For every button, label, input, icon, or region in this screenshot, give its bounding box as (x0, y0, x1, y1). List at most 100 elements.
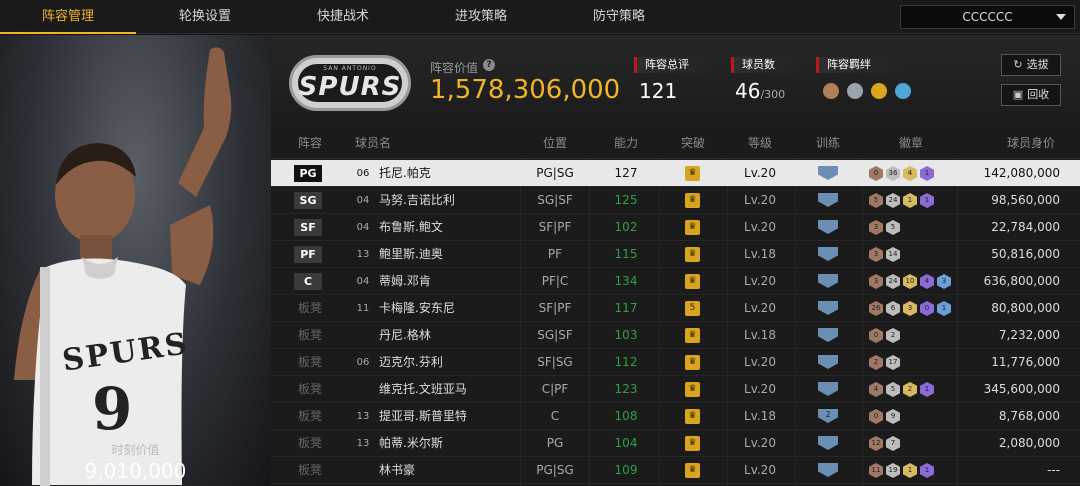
player-name: 林书豪 (379, 463, 416, 477)
team-logo-subtext: SAN ANTONIO (323, 65, 377, 72)
team-select-dropdown[interactable]: CCCCCC (900, 5, 1075, 29)
jersey-number-icon: 13 (356, 438, 370, 449)
player-count-label: 球员数 (731, 57, 801, 73)
player-level: Lv.20 (744, 193, 776, 207)
badge-icon: 5 (886, 382, 900, 397)
player-ability: 134 (614, 274, 638, 288)
player-level: Lv.20 (744, 382, 776, 396)
table-row[interactable]: PF 13 鲍里斯.迪奥 PF 115 ♛ Lv.18 3 14 50,816,000 (271, 241, 1080, 268)
training-shield-icon (818, 382, 838, 396)
jersey-number-icon: 04 (356, 276, 370, 287)
roster-summary-header: SAN ANTONIO SPURS 阵容价值 ? 1,578,306,000 阵… (271, 35, 1080, 125)
col-header-position: 位置 (542, 136, 567, 150)
player-value: 142,080,000 (983, 166, 1060, 180)
table-row[interactable]: 板凳 维克托.文班亚马 C|PF 123 ♛ Lv.20 4 5 2 1 345,600,000 (271, 376, 1080, 403)
player-level: Lv.20 (744, 355, 776, 369)
table-row[interactable]: 板凳 06 迈克尔.芬利 SF|SG 112 ♛ Lv.20 2 17 11,776,000 (271, 349, 1080, 376)
player-name: 马努.吉诺比利 (379, 193, 455, 207)
tab-offense-strategy[interactable]: 进攻策略 (412, 0, 550, 34)
table-row[interactable]: 板凳 林书豪 PG|SG 109 ♛ Lv.20 11 19 1 1 --- (271, 457, 1080, 484)
player-value: 8,768,000 (998, 409, 1060, 423)
player-level: Lv.20 (744, 220, 776, 234)
badge-icon: 24 (886, 193, 900, 208)
roster-bond-label: 阵容羁绊 (816, 57, 906, 73)
jersey-number-icon: 11 (356, 303, 370, 314)
jersey-number-icon: 13 (356, 411, 370, 422)
player-level: Lv.18 (744, 328, 776, 342)
breakthrough-crown-icon: ♛ (685, 463, 700, 478)
badge-icon: 1 (937, 301, 951, 316)
jersey-number-icon: 06 (356, 357, 370, 368)
player-position: SG|SF (537, 193, 573, 207)
badge-icon: 0 (920, 301, 934, 316)
breakthrough-crown-icon: ♛ (685, 328, 700, 343)
training-shield-icon (818, 463, 838, 477)
player-name: 托尼.帕克 (379, 166, 431, 180)
player-name: 布鲁斯.鲍文 (379, 220, 443, 234)
badge-icon: 36 (886, 166, 900, 181)
training-shield-icon (818, 220, 838, 234)
player-name: 帕蒂.米尔斯 (379, 436, 443, 450)
tab-roster-management[interactable]: 阵容管理 (0, 0, 136, 34)
table-row[interactable]: 板凳 13 提亚哥.斯普里特 C 108 ♛ Lv.18 2 0 9 8,768,000 (271, 403, 1080, 430)
roster-slot: 板凳 (297, 328, 322, 342)
player-position: PG|SG (536, 463, 574, 477)
tab-rotation-settings[interactable]: 轮换设置 (136, 0, 274, 34)
roster-slot: PF (294, 246, 322, 263)
badge-icon: 9 (886, 409, 900, 424)
player-name: 丹尼.格林 (379, 328, 431, 342)
training-shield-icon (818, 274, 838, 288)
badge-icon: 14 (886, 247, 900, 262)
table-row[interactable]: 板凳 13 帕蒂.米尔斯 PG 104 ♛ Lv.20 12 7 2,080,000 (271, 430, 1080, 457)
table-row[interactable]: SG 04 马努.吉诺比利 SG|SF 125 ♛ Lv.20 5 24 1 1 98,560,000 (271, 187, 1080, 214)
jersey-number-icon (355, 381, 371, 398)
badge-icon: 4 (903, 166, 917, 181)
player-ability: 102 (614, 220, 638, 234)
roster-table: 阵容 球员名 位置 能力 突破 等级 训练 徽章 球员身价 PG 06 托尼.帕克 P… (271, 125, 1080, 486)
table-row[interactable]: PG 06 托尼.帕克 PG|SG 127 ♛ Lv.20 0 36 4 1 142,080,000 (271, 160, 1080, 187)
player-value: --- (1047, 463, 1060, 477)
chevron-down-icon (1056, 14, 1066, 20)
tab-quick-tactics[interactable]: 快捷战术 (274, 0, 412, 34)
col-header-breakthrough: 突破 (680, 136, 705, 150)
table-row[interactable]: 板凳 丹尼.格林 SG|SF 103 ♛ Lv.18 0 2 7,232,000 (271, 322, 1080, 349)
player-name: 提亚哥.斯普里特 (379, 409, 467, 423)
badge-icon: 5 (869, 193, 883, 208)
team-select-value: CCCCCC (962, 10, 1013, 24)
player-position: SF|PF (538, 301, 572, 315)
player-count-value: 46/300 (735, 79, 786, 103)
player-ability: 103 (614, 328, 638, 342)
select-button[interactable]: ↻ 选拔 (1001, 54, 1061, 76)
bond-icon-4[interactable] (895, 83, 911, 99)
moment-value-label: 时刻价值 (111, 443, 160, 457)
roster-slot: C (294, 273, 322, 290)
roster-slot: 板凳 (297, 382, 322, 396)
player-ability: 127 (614, 166, 638, 180)
player-level: Lv.20 (744, 274, 776, 288)
breakthrough-crown-icon: ♛ (685, 409, 700, 424)
player-value: 636,800,000 (983, 274, 1060, 288)
moment-value: 9,010,000 (84, 459, 187, 483)
table-row[interactable]: SF 04 布鲁斯.鲍文 SF|PF 102 ♛ Lv.20 3 5 22,784,000 (271, 214, 1080, 241)
player-level: Lv.18 (744, 247, 776, 261)
badge-icon: 1 (920, 193, 934, 208)
badge-icon: 4 (869, 382, 883, 397)
roster-slot: PG (294, 165, 322, 182)
badge-icon: 2 (869, 355, 883, 370)
bond-icon-1[interactable] (823, 83, 839, 99)
tab-defense-strategy[interactable]: 防守策略 (550, 0, 688, 34)
player-level: Lv.18 (744, 409, 776, 423)
breakthrough-crown-icon: ♛ (685, 193, 700, 208)
bond-icon-2[interactable] (847, 83, 863, 99)
recycle-button[interactable]: ▣ 回收 (1001, 84, 1061, 106)
player-ability: 104 (614, 436, 638, 450)
bond-icon-3[interactable] (871, 83, 887, 99)
player-position: PF (547, 247, 563, 261)
table-row[interactable]: C 04 蒂姆.邓肯 PF|C 134 ♛ Lv.20 3 24 10 4 3 636,800,000 (271, 268, 1080, 295)
table-row[interactable]: 板凳 11 卡梅隆.安东尼 SF|PF 117 5 Lv.20 26 6 3 0 1 80,800,00… (271, 295, 1080, 322)
roster-slot: 板凳 (297, 436, 322, 450)
help-icon[interactable]: ? (483, 59, 495, 71)
player-ability: 117 (614, 301, 638, 315)
breakthrough-crown-icon: ♛ (685, 220, 700, 235)
player-value: 345,600,000 (983, 382, 1060, 396)
